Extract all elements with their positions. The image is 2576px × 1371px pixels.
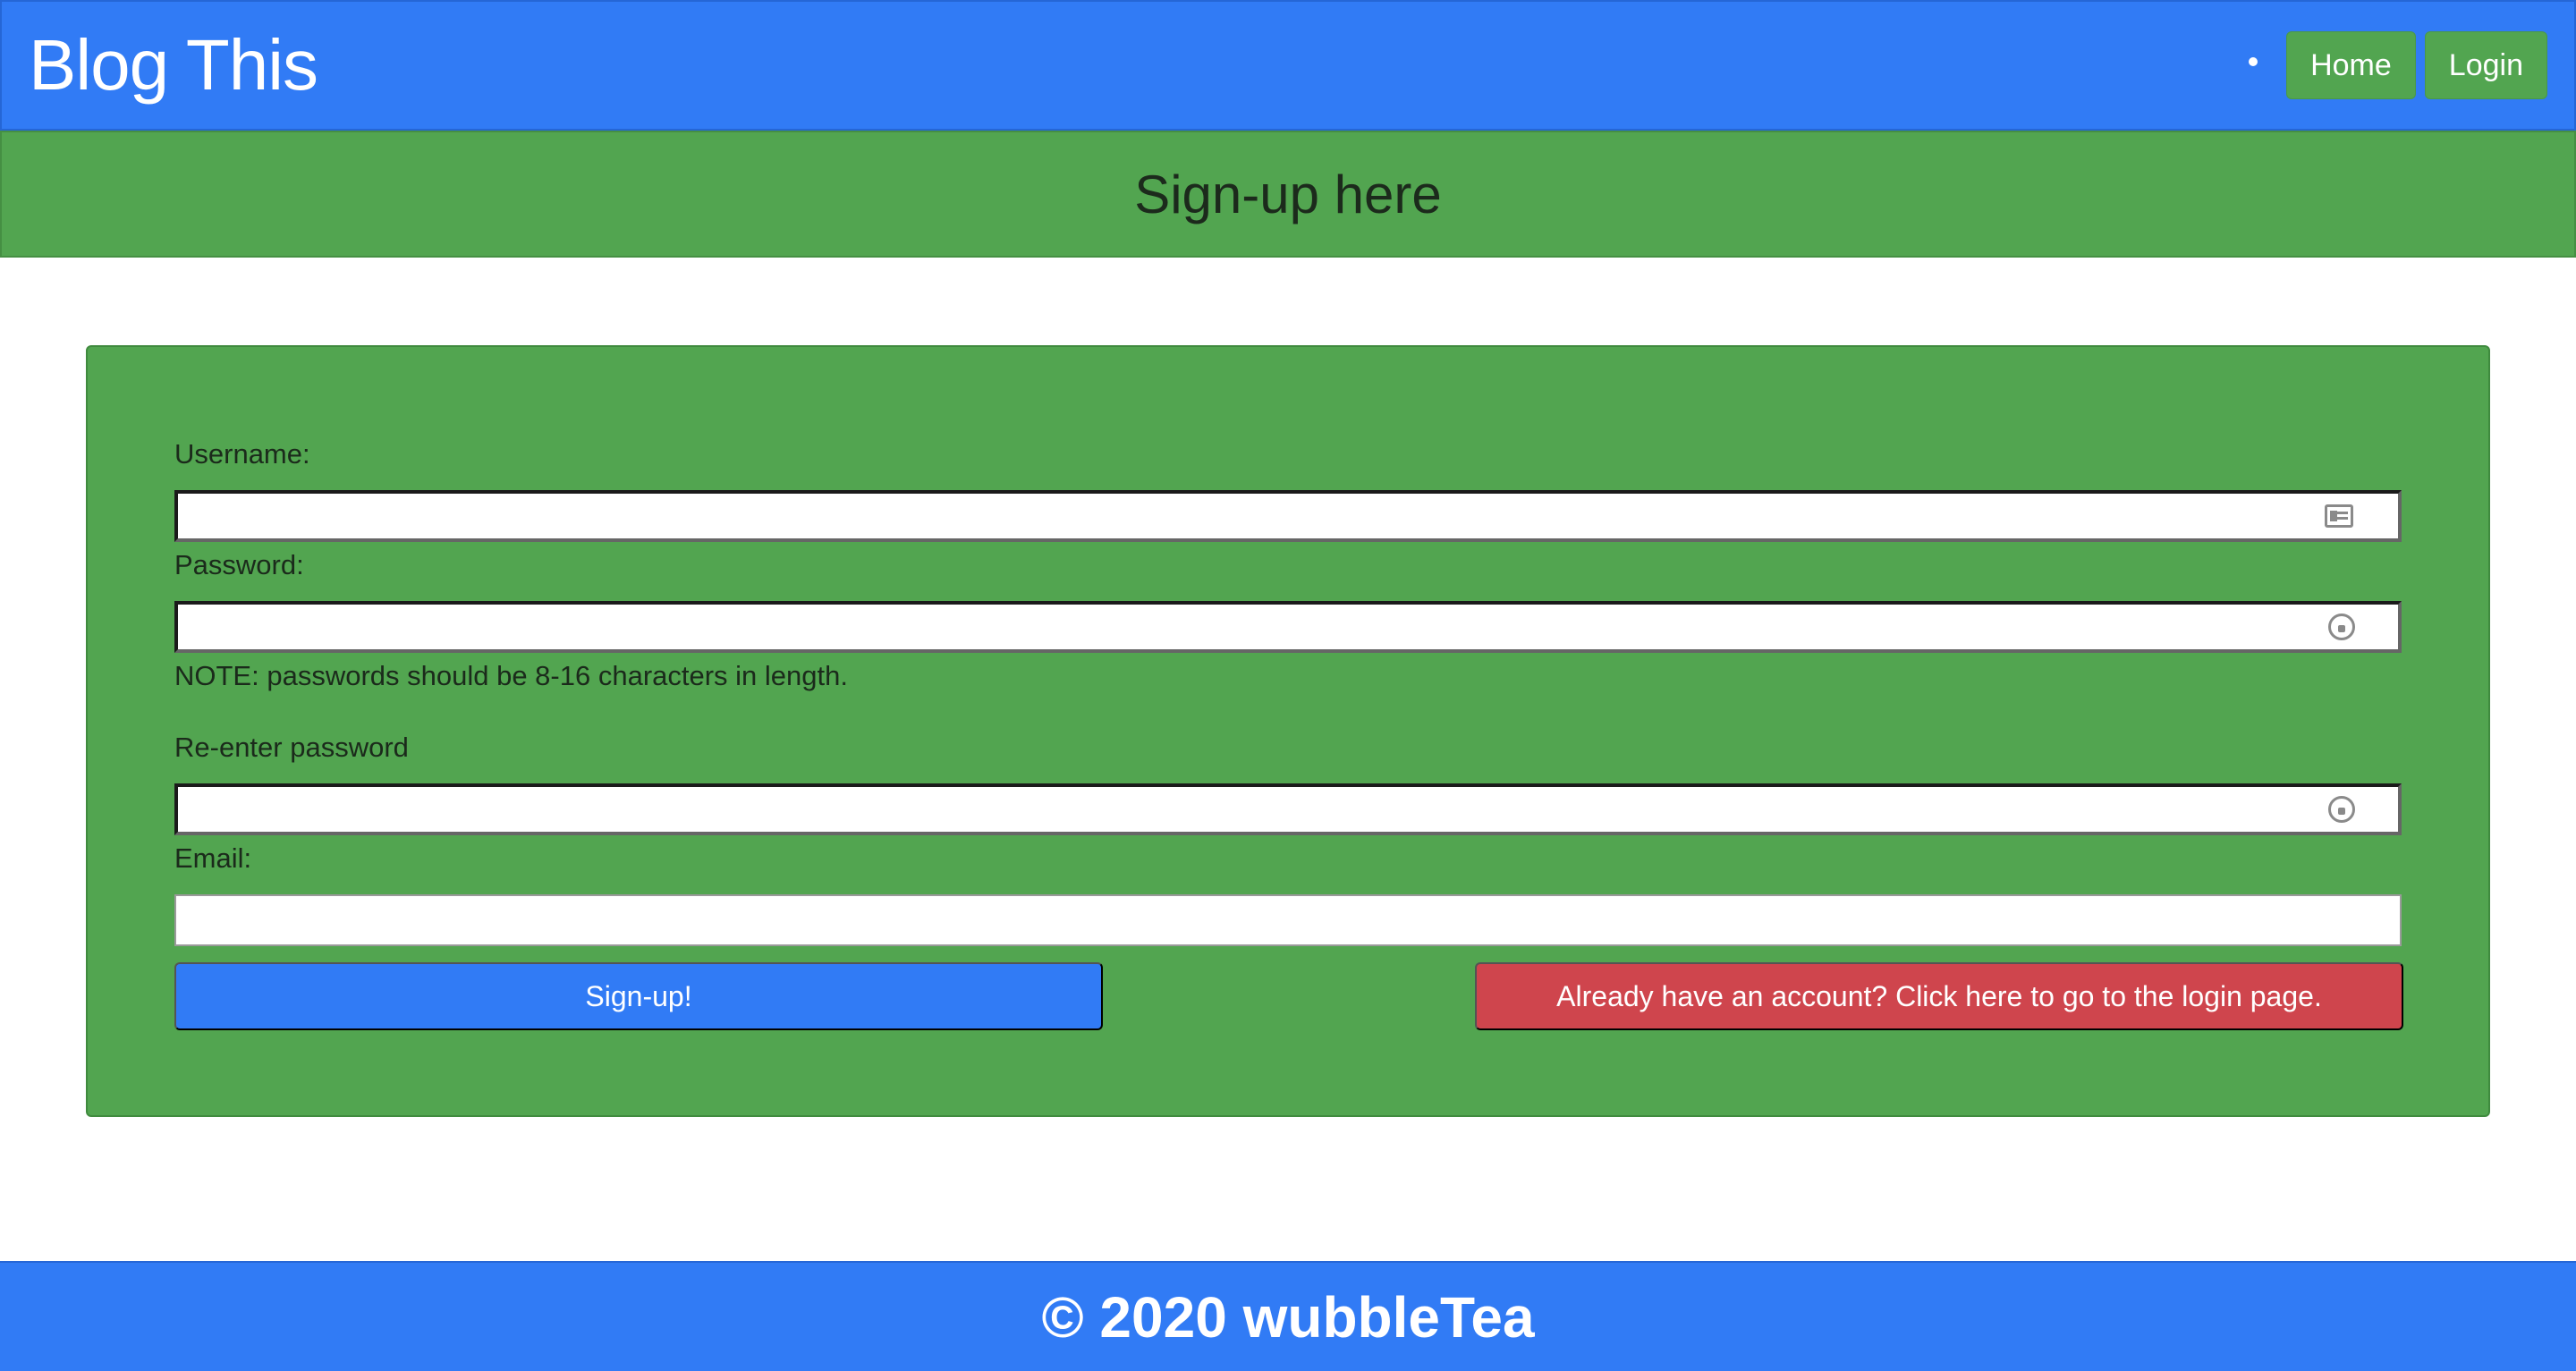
reenter-password-label: Re-enter password [174,732,409,763]
nav-links: Home Login [2249,31,2547,99]
page-title: Sign-up here [1134,164,1442,224]
page-banner: Sign-up here [0,131,2576,258]
username-input[interactable] [174,490,2402,542]
email-input[interactable] [174,894,2402,946]
nav-bullet-icon [2249,57,2258,66]
navbar: Blog This Home Login [0,0,2576,131]
go-to-login-button[interactable]: Already have an account? Click here to g… [1475,962,2403,1030]
nav-home-button[interactable]: Home [2286,31,2416,99]
password-note: NOTE: passwords should be 8-16 character… [174,660,848,691]
footer-copyright: © 2020 wubbleTea [1041,1284,1535,1350]
nav-login-button[interactable]: Login [2424,31,2547,99]
brand-title[interactable]: Blog This [29,24,318,106]
email-label: Email: [174,842,252,874]
username-label: Username: [174,438,310,470]
password-input[interactable] [174,601,2402,653]
signup-button[interactable]: Sign-up! [174,962,1103,1030]
footer: © 2020 wubbleTea [0,1261,2576,1371]
signup-form: Username: Password: NOTE: passwords shou… [86,345,2490,1117]
reenter-password-input[interactable] [174,783,2402,835]
password-key-icon[interactable] [2328,796,2355,823]
password-label: Password: [174,549,304,580]
contact-card-icon[interactable] [2325,504,2353,528]
password-key-icon[interactable] [2328,614,2355,640]
